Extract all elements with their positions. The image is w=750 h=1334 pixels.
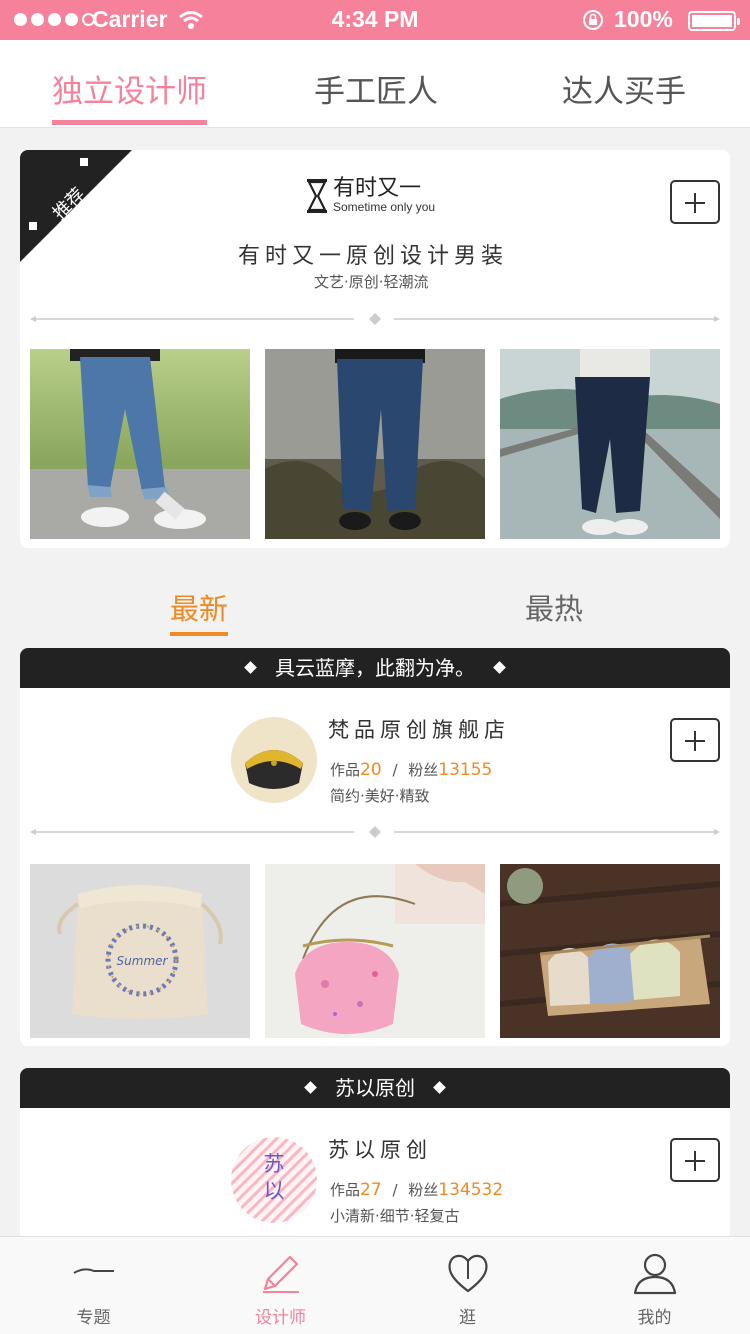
product-photo[interactable] [265,864,485,1038]
product-photo[interactable] [265,349,485,539]
brand-slogan: Sometime only you [333,200,436,214]
pencil-icon [263,1255,299,1293]
avatar-text: 苏以 [263,1152,285,1203]
bottom-nav: 专题 设计师 逛 我的 [0,1236,750,1334]
store-header: 苏以原创 [20,1068,730,1108]
active-tab-underline [52,120,207,125]
diamond-icon [304,1081,317,1094]
diamond-icon [433,1081,446,1094]
store-stats: 作品20 / 粉丝13155 [330,760,493,780]
store-name: 苏以原创 [328,1138,432,1162]
nav-mine[interactable]: 我的 [561,1237,748,1334]
store-tags: 小清新·细节·轻复古 [330,1207,460,1225]
works-count: 27 [360,1180,382,1200]
svg-text:Summer: Summer [117,954,169,968]
category-tabs: 独立设计师 手工匠人 达人买手 [0,40,750,128]
divider [30,826,720,838]
product-photo[interactable]: Summer [30,864,250,1038]
tab-craftsman[interactable]: 手工匠人 [314,66,438,111]
user-icon [633,1253,677,1295]
store-avatar[interactable] [231,717,317,803]
heart-icon [448,1254,488,1293]
product-photo[interactable] [500,864,720,1038]
topic-line-icon [73,1268,114,1274]
fans-count: 134532 [438,1180,504,1200]
follow-button[interactable] [670,718,720,762]
store-tags: 简约·美好·精致 [330,787,430,805]
tab-hottest[interactable]: 最热 [525,586,583,628]
fans-count: 13155 [438,760,493,780]
featured-designer-card[interactable]: 推荐 有时又一 Sometime only you 有时又一原创设计男装 文艺·… [20,150,730,548]
diamond-icon [493,661,506,674]
hourglass-icon [307,179,327,213]
tab-latest[interactable]: 最新 [170,586,229,636]
nav-browse[interactable]: 逛 [374,1237,561,1334]
product-photo[interactable] [30,349,250,539]
store-card[interactable]: 具云蓝摩，此翻为净。 梵品原创旗舰店 作品20 / 粉丝13155 简约·美好·… [20,648,730,1046]
featured-title: 有时又一原创设计男装 [238,244,509,269]
tab-independent-designer[interactable]: 独立设计师 [52,66,207,125]
follow-button[interactable] [670,1138,720,1182]
store-header: 具云蓝摩，此翻为净。 [20,648,730,688]
status-bar: Carrier 4:34 PM 100% [0,0,750,40]
battery-percent: 100% [614,6,673,32]
follow-button[interactable] [670,180,720,224]
divider [30,313,720,325]
works-count: 20 [360,760,382,780]
brand-name: 有时又一 [333,176,422,201]
store-stats: 作品27 / 粉丝134532 [330,1180,504,1200]
diamond-icon [244,661,257,674]
tab-expert-buyer[interactable]: 达人买手 [562,66,686,111]
nav-topics[interactable]: 专题 [0,1237,187,1334]
product-photo[interactable] [500,349,720,539]
active-tab-underline [170,632,229,636]
brand-logo: 有时又一 Sometime only you [307,178,435,214]
rotation-lock-icon [583,10,603,30]
store-avatar[interactable]: 苏以 [231,1137,317,1223]
nav-designers[interactable]: 设计师 [187,1237,374,1334]
featured-tags: 文艺·原创·轻潮流 [314,273,429,291]
battery-icon [688,11,740,31]
store-name: 梵品原创旗舰店 [328,718,510,742]
